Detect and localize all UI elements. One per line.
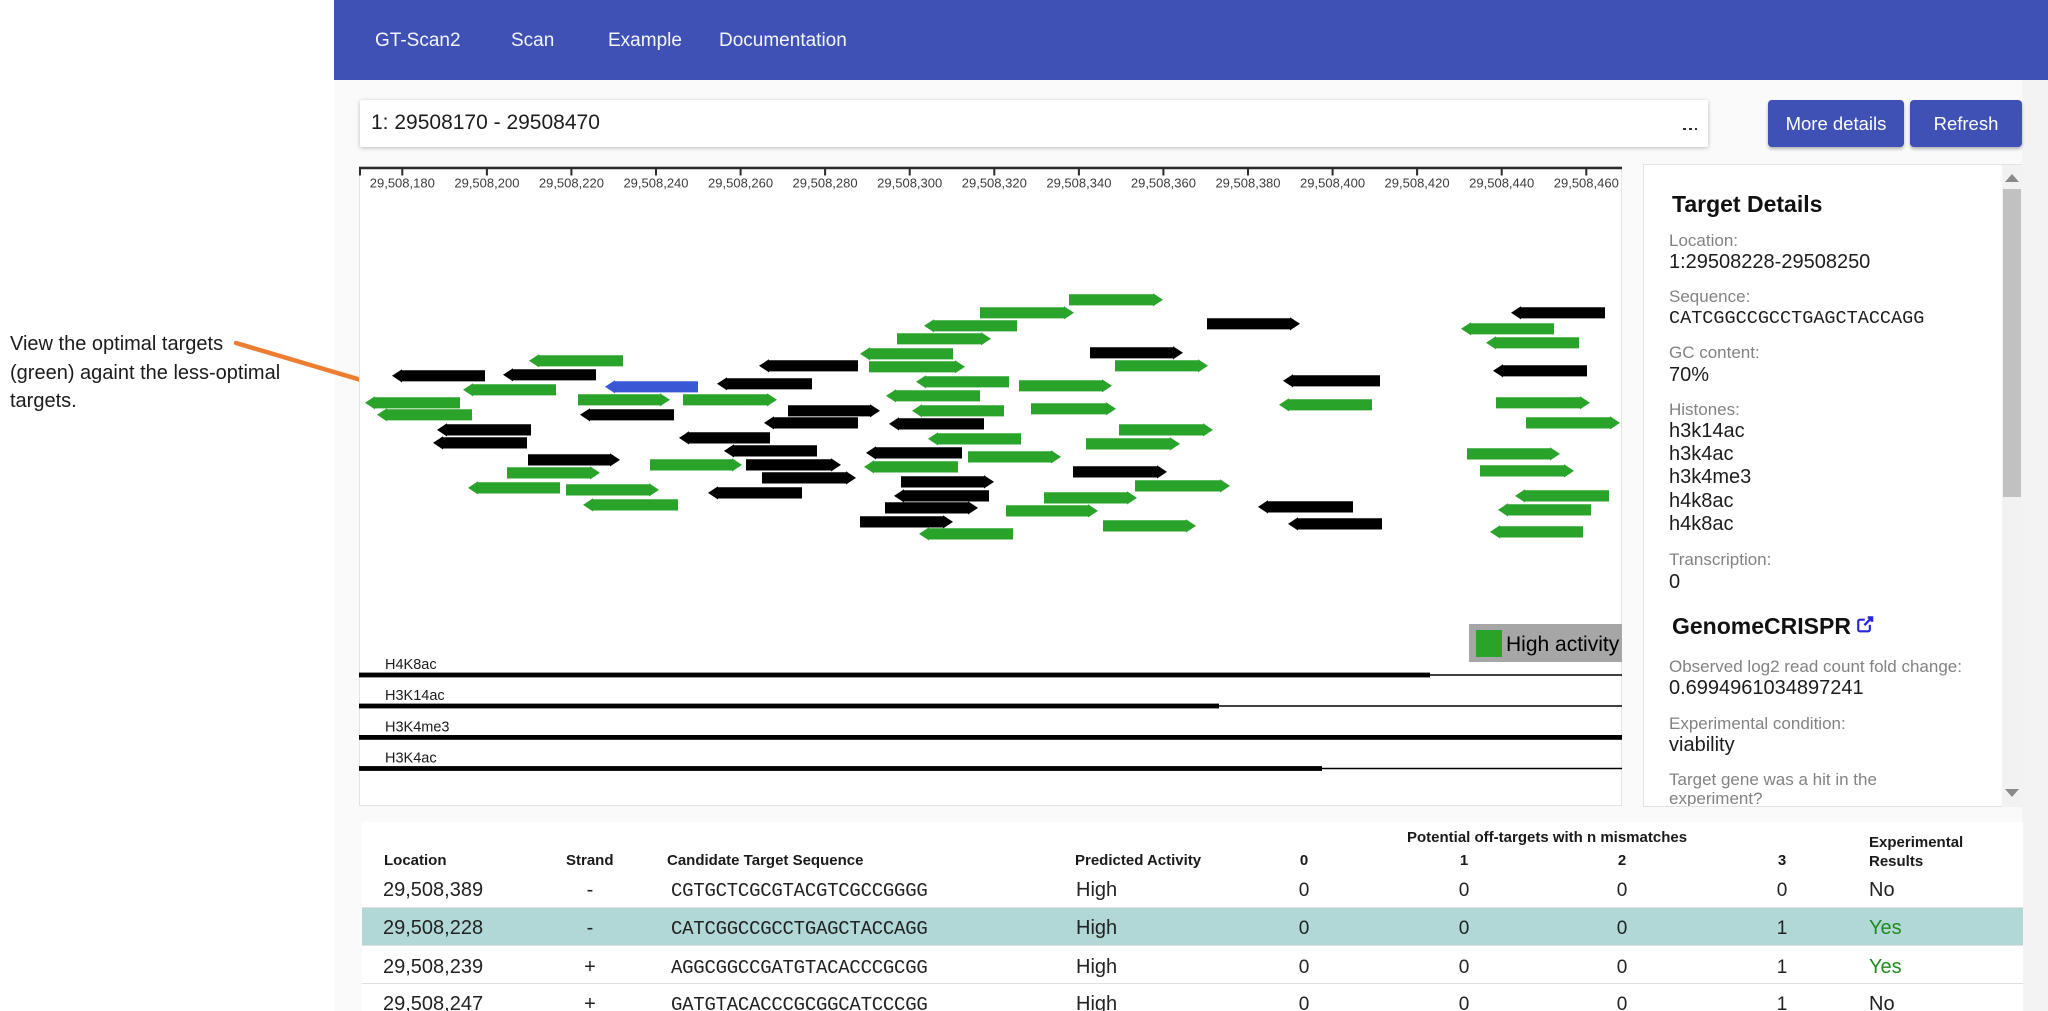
svg-text:29,508,360: 29,508,360 xyxy=(1131,176,1196,191)
svg-text:H3K4ac: H3K4ac xyxy=(385,751,437,767)
svg-text:29,508,380: 29,508,380 xyxy=(1215,176,1280,191)
svg-text:H3K14ac: H3K14ac xyxy=(385,688,445,704)
svg-text:29,508,220: 29,508,220 xyxy=(539,176,604,191)
svg-text:29,508,340: 29,508,340 xyxy=(1046,176,1111,191)
svg-text:29,508,280: 29,508,280 xyxy=(793,176,858,191)
svg-text:29,508,240: 29,508,240 xyxy=(623,176,688,191)
svg-text:29,508,180: 29,508,180 xyxy=(370,176,435,191)
svg-text:29,508,460: 29,508,460 xyxy=(1554,176,1619,191)
svg-text:29,508,260: 29,508,260 xyxy=(708,176,773,191)
svg-text:29,508,400: 29,508,400 xyxy=(1300,176,1365,191)
svg-text:H4K8ac: H4K8ac xyxy=(385,657,437,673)
svg-text:29,508,320: 29,508,320 xyxy=(962,176,1027,191)
svg-text:H3K4me3: H3K4me3 xyxy=(385,719,449,735)
svg-text:29,508,440: 29,508,440 xyxy=(1469,176,1534,191)
svg-text:29,508,420: 29,508,420 xyxy=(1385,176,1450,191)
svg-text:High activity: High activity xyxy=(1506,633,1620,656)
svg-text:29,508,300: 29,508,300 xyxy=(877,176,942,191)
svg-text:29,508,200: 29,508,200 xyxy=(454,176,519,191)
